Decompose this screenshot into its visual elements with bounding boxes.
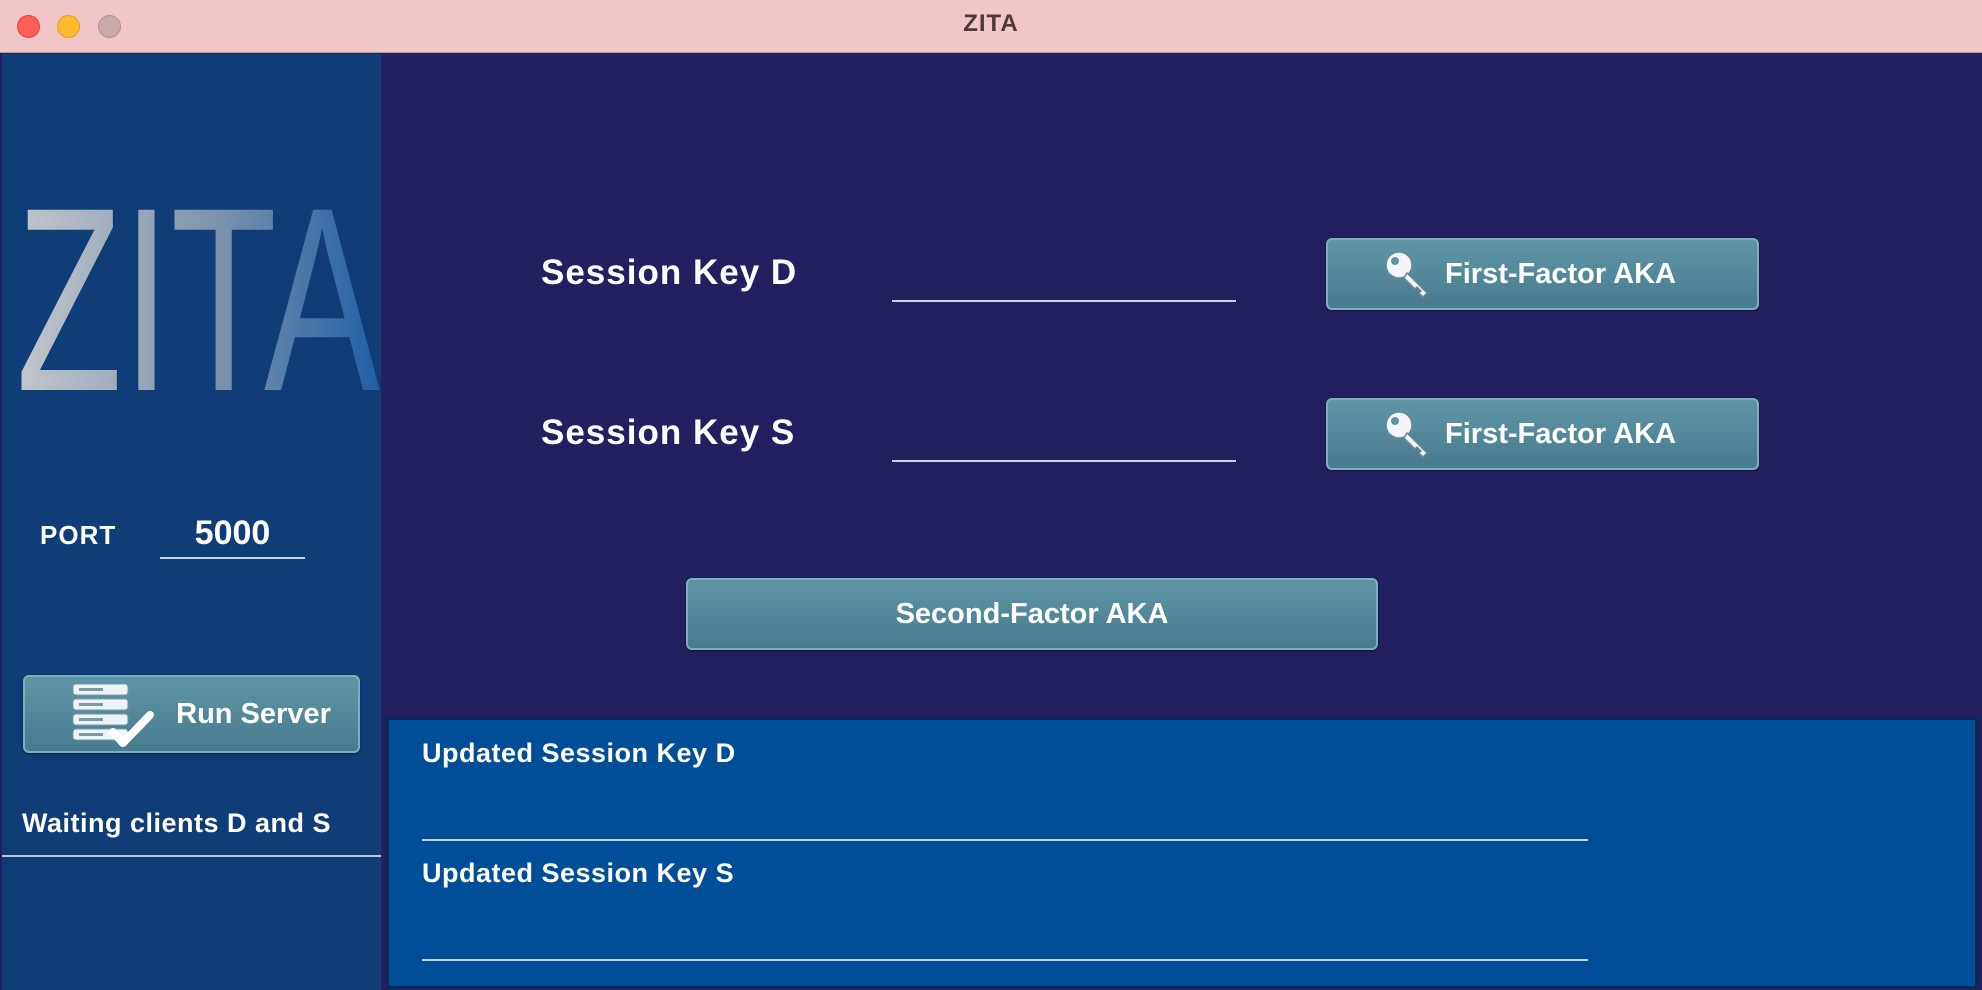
updated-session-key-s-label: Updated Session Key S <box>422 858 735 888</box>
updated-session-key-d-field[interactable] <box>422 797 1588 841</box>
first-factor-aka-s-button[interactable]: First-Factor AKA <box>1326 398 1759 470</box>
second-factor-aka-button[interactable]: Second-Factor AKA <box>686 578 1378 650</box>
zita-logo: ZITA <box>18 190 381 400</box>
port-label: PORT <box>40 520 117 550</box>
status-divider <box>2 855 381 857</box>
logo-text: ZITA <box>18 190 381 400</box>
first-factor-aka-s-label: First-Factor AKA <box>1445 417 1676 450</box>
session-key-d-field[interactable] <box>892 258 1236 302</box>
first-factor-aka-d-button[interactable]: First-Factor AKA <box>1326 238 1759 310</box>
title-bar: ZITA <box>0 0 1982 53</box>
session-key-s-field[interactable] <box>892 418 1236 462</box>
port-input[interactable] <box>160 510 305 559</box>
updated-session-key-s-field[interactable] <box>422 917 1588 961</box>
first-factor-aka-d-label: First-Factor AKA <box>1445 257 1676 290</box>
server-check-icon <box>72 683 154 747</box>
second-factor-aka-label: Second-Factor AKA <box>895 597 1169 630</box>
updated-session-key-d-label: Updated Session Key D <box>422 738 736 768</box>
status-text: Waiting clients D and S <box>22 808 332 838</box>
session-key-d-label: Session Key D <box>541 253 798 292</box>
session-key-s-label: Session Key S <box>541 413 796 452</box>
key-icon <box>1385 251 1429 299</box>
run-server-button[interactable]: Run Server <box>23 675 360 753</box>
run-server-label: Run Server <box>176 697 331 730</box>
key-icon <box>1385 411 1429 459</box>
window-title: ZITA <box>963 10 1019 37</box>
